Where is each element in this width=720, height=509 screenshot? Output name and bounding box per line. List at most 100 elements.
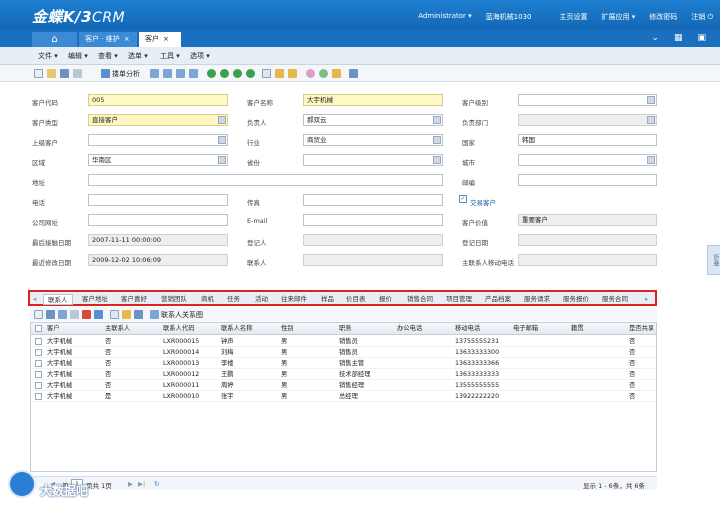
save-icon[interactable] xyxy=(60,69,69,78)
double-chevron-down-icon[interactable]: ⌄ xyxy=(651,33,659,43)
home-settings-link[interactable]: 主页设置 xyxy=(552,12,594,22)
region-field[interactable]: 华南区 xyxy=(88,154,228,166)
contact-relation-map-button[interactable]: 联系人关系图 xyxy=(161,310,203,320)
row-checkbox[interactable] xyxy=(35,393,42,400)
lookup-icon[interactable] xyxy=(647,116,655,124)
form-view-icon[interactable] xyxy=(176,69,185,78)
refresh-icon[interactable] xyxy=(319,69,328,78)
tab-activity[interactable]: 活动 xyxy=(255,294,268,305)
lookup-icon[interactable] xyxy=(433,156,441,164)
table-row[interactable]: 大宇机械 否 LXR000015 钟声 男 销售员 13755555231 否 xyxy=(31,336,656,347)
column-header[interactable]: 办公电话 xyxy=(397,323,422,334)
change-password-link[interactable]: 修改密码 xyxy=(642,12,684,22)
lookup-icon[interactable] xyxy=(218,156,226,164)
customer-level-field[interactable] xyxy=(518,94,657,106)
menu-options[interactable]: 选项 ▾ xyxy=(190,51,210,61)
customer-code-field[interactable]: 005 xyxy=(88,94,228,106)
folder-icon[interactable] xyxy=(275,69,284,78)
industry-field[interactable]: 商贸业 xyxy=(303,134,443,146)
table-row[interactable]: 大宇机械 否 LXR000014 刘梅 男 销售员 13633333300 否 xyxy=(31,347,656,358)
address-field[interactable] xyxy=(88,174,443,186)
relation-map-icon[interactable] xyxy=(150,310,159,319)
tab-sales-contract[interactable]: 销售合同 xyxy=(407,294,433,305)
contact-field[interactable] xyxy=(303,254,443,266)
tab-sales-team[interactable]: 营销团队 xyxy=(161,294,187,305)
column-header[interactable]: 性别 xyxy=(281,323,294,334)
tab-customer-maintain[interactable]: 客户 · 维护 × xyxy=(79,32,137,47)
close-icon[interactable]: × xyxy=(163,35,169,43)
tab-quotation[interactable]: 报价 xyxy=(379,294,392,305)
filter-icon[interactable] xyxy=(94,310,103,319)
lost-order-analysis-button[interactable]: 搂单分析 xyxy=(112,69,140,79)
register-date-field[interactable] xyxy=(518,234,657,246)
tab-samples[interactable]: 样品 xyxy=(321,294,334,305)
province-field[interactable] xyxy=(303,154,443,166)
phone-field[interactable] xyxy=(88,194,228,206)
close-icon[interactable]: × xyxy=(124,35,130,43)
home-tab[interactable]: ⌂ xyxy=(32,32,77,47)
list-view-icon[interactable] xyxy=(189,69,198,78)
tab-customer-preference[interactable]: 客户喜好 xyxy=(121,294,147,305)
table-row[interactable]: 大宇机械 否 LXR000011 周婷 男 销售经理 13555555555 否 xyxy=(31,380,656,391)
fax-field[interactable] xyxy=(303,194,443,206)
column-header[interactable]: 主联系人 xyxy=(105,323,130,334)
nav-prev-icon[interactable] xyxy=(220,69,229,78)
row-checkbox[interactable] xyxy=(35,371,42,378)
chart-icon[interactable] xyxy=(101,69,110,78)
tab-task[interactable]: 任务 xyxy=(227,294,240,305)
email-field[interactable] xyxy=(303,214,443,226)
tab-project-management[interactable]: 项目管理 xyxy=(446,294,472,305)
tab-customer[interactable]: 客户 × xyxy=(139,32,181,47)
tab-service-contract[interactable]: 服务合同 xyxy=(602,294,628,305)
column-header[interactable]: 是否共享 xyxy=(629,323,654,334)
country-field[interactable]: 韩国 xyxy=(518,134,657,146)
side-panel-handle[interactable]: 折叠 xyxy=(707,245,720,275)
city-field[interactable] xyxy=(518,154,657,166)
tab-emails[interactable]: 往来邮件 xyxy=(281,294,307,305)
exit-icon[interactable] xyxy=(349,69,358,78)
row-checkbox[interactable] xyxy=(35,349,42,356)
main-contact-mobile-field[interactable] xyxy=(518,254,657,266)
row-checkbox[interactable] xyxy=(35,382,42,389)
first-record-icon[interactable] xyxy=(150,69,159,78)
lookup-icon[interactable] xyxy=(218,116,226,124)
nav-next-icon[interactable] xyxy=(233,69,242,78)
grid-view-icon[interactable] xyxy=(163,69,172,78)
column-header[interactable]: 籍贯 xyxy=(571,323,584,334)
tab-contacts[interactable]: 联系人 xyxy=(43,294,73,305)
delete-row-icon[interactable] xyxy=(82,310,91,319)
save-row-icon[interactable] xyxy=(46,310,55,319)
menu-view[interactable]: 查看 ▾ xyxy=(98,51,118,61)
edit-row-icon[interactable] xyxy=(58,310,67,319)
tab-customer-address[interactable]: 客户地址 xyxy=(82,294,108,305)
website-field[interactable] xyxy=(88,214,228,226)
customer-name-field[interactable]: 大宇机械 xyxy=(303,94,443,106)
lookup-icon[interactable] xyxy=(433,116,441,124)
nav-last-icon[interactable] xyxy=(246,69,255,78)
lookup-icon[interactable] xyxy=(647,96,655,104)
tab-service-quote[interactable]: 服务报价 xyxy=(563,294,589,305)
last-modified-field[interactable]: 2009-12-02 10:06:09 xyxy=(88,254,228,266)
column-header[interactable]: 客户 xyxy=(47,323,60,334)
message-icon[interactable] xyxy=(332,69,341,78)
refresh-icon[interactable]: ↻ xyxy=(154,480,159,488)
copy-icon[interactable] xyxy=(73,69,82,78)
owner-field[interactable]: 郝双云 xyxy=(303,114,443,126)
owner-dept-field[interactable] xyxy=(518,114,657,126)
export-icon[interactable] xyxy=(134,310,143,319)
select-all-checkbox[interactable] xyxy=(35,325,42,332)
extensions-menu[interactable]: 扩展应用 ▾ xyxy=(594,12,642,22)
add-row-icon[interactable] xyxy=(34,310,43,319)
grid-icon[interactable]: ▦ xyxy=(674,33,683,43)
tab-opportunity[interactable]: 商机 xyxy=(201,294,214,305)
row-checkbox[interactable] xyxy=(35,338,42,345)
menu-file[interactable]: 文件 ▾ xyxy=(38,51,58,61)
tab-scroll-left-icon[interactable]: ◂ xyxy=(33,294,36,305)
column-header[interactable]: 职务 xyxy=(339,323,352,334)
tab-product-archive[interactable]: 产品档案 xyxy=(485,294,511,305)
tab-service-request[interactable]: 服务请求 xyxy=(524,294,550,305)
menu-tools[interactable]: 工具 ▾ xyxy=(160,51,180,61)
user-menu[interactable]: Administrator ▾ xyxy=(411,12,478,22)
lookup-icon[interactable] xyxy=(433,136,441,144)
customer-value-field[interactable]: 重要客户 xyxy=(518,214,657,226)
